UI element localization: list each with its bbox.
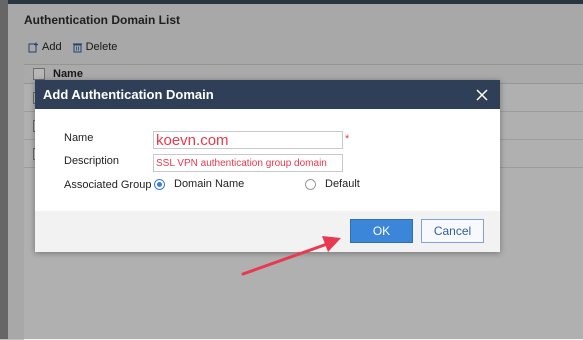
radio-default[interactable] <box>305 179 316 190</box>
radio-domain-name[interactable] <box>154 179 165 190</box>
ok-button[interactable]: OK <box>350 219 413 243</box>
radio-default-label: Default <box>325 178 360 190</box>
name-input[interactable]: koevn.com <box>153 131 343 149</box>
description-input[interactable]: SSL VPN authentication group domain <box>153 154 343 172</box>
radio-domain-name-label: Domain Name <box>174 178 245 190</box>
close-button[interactable] <box>472 85 492 105</box>
add-domain-dialog: Add Authentication Domain Name koevn.com… <box>35 80 500 252</box>
name-label: Name <box>64 132 94 144</box>
associated-group-label: Associated Group <box>64 179 152 191</box>
close-icon <box>476 88 488 101</box>
dialog-footer: OK Cancel <box>35 211 500 252</box>
required-mark: * <box>345 133 350 145</box>
dialog-title: Add Authentication Domain <box>43 87 214 102</box>
dialog-header: Add Authentication Domain <box>35 80 500 109</box>
cancel-button[interactable]: Cancel <box>421 219 484 243</box>
description-label: Description <box>64 155 120 167</box>
